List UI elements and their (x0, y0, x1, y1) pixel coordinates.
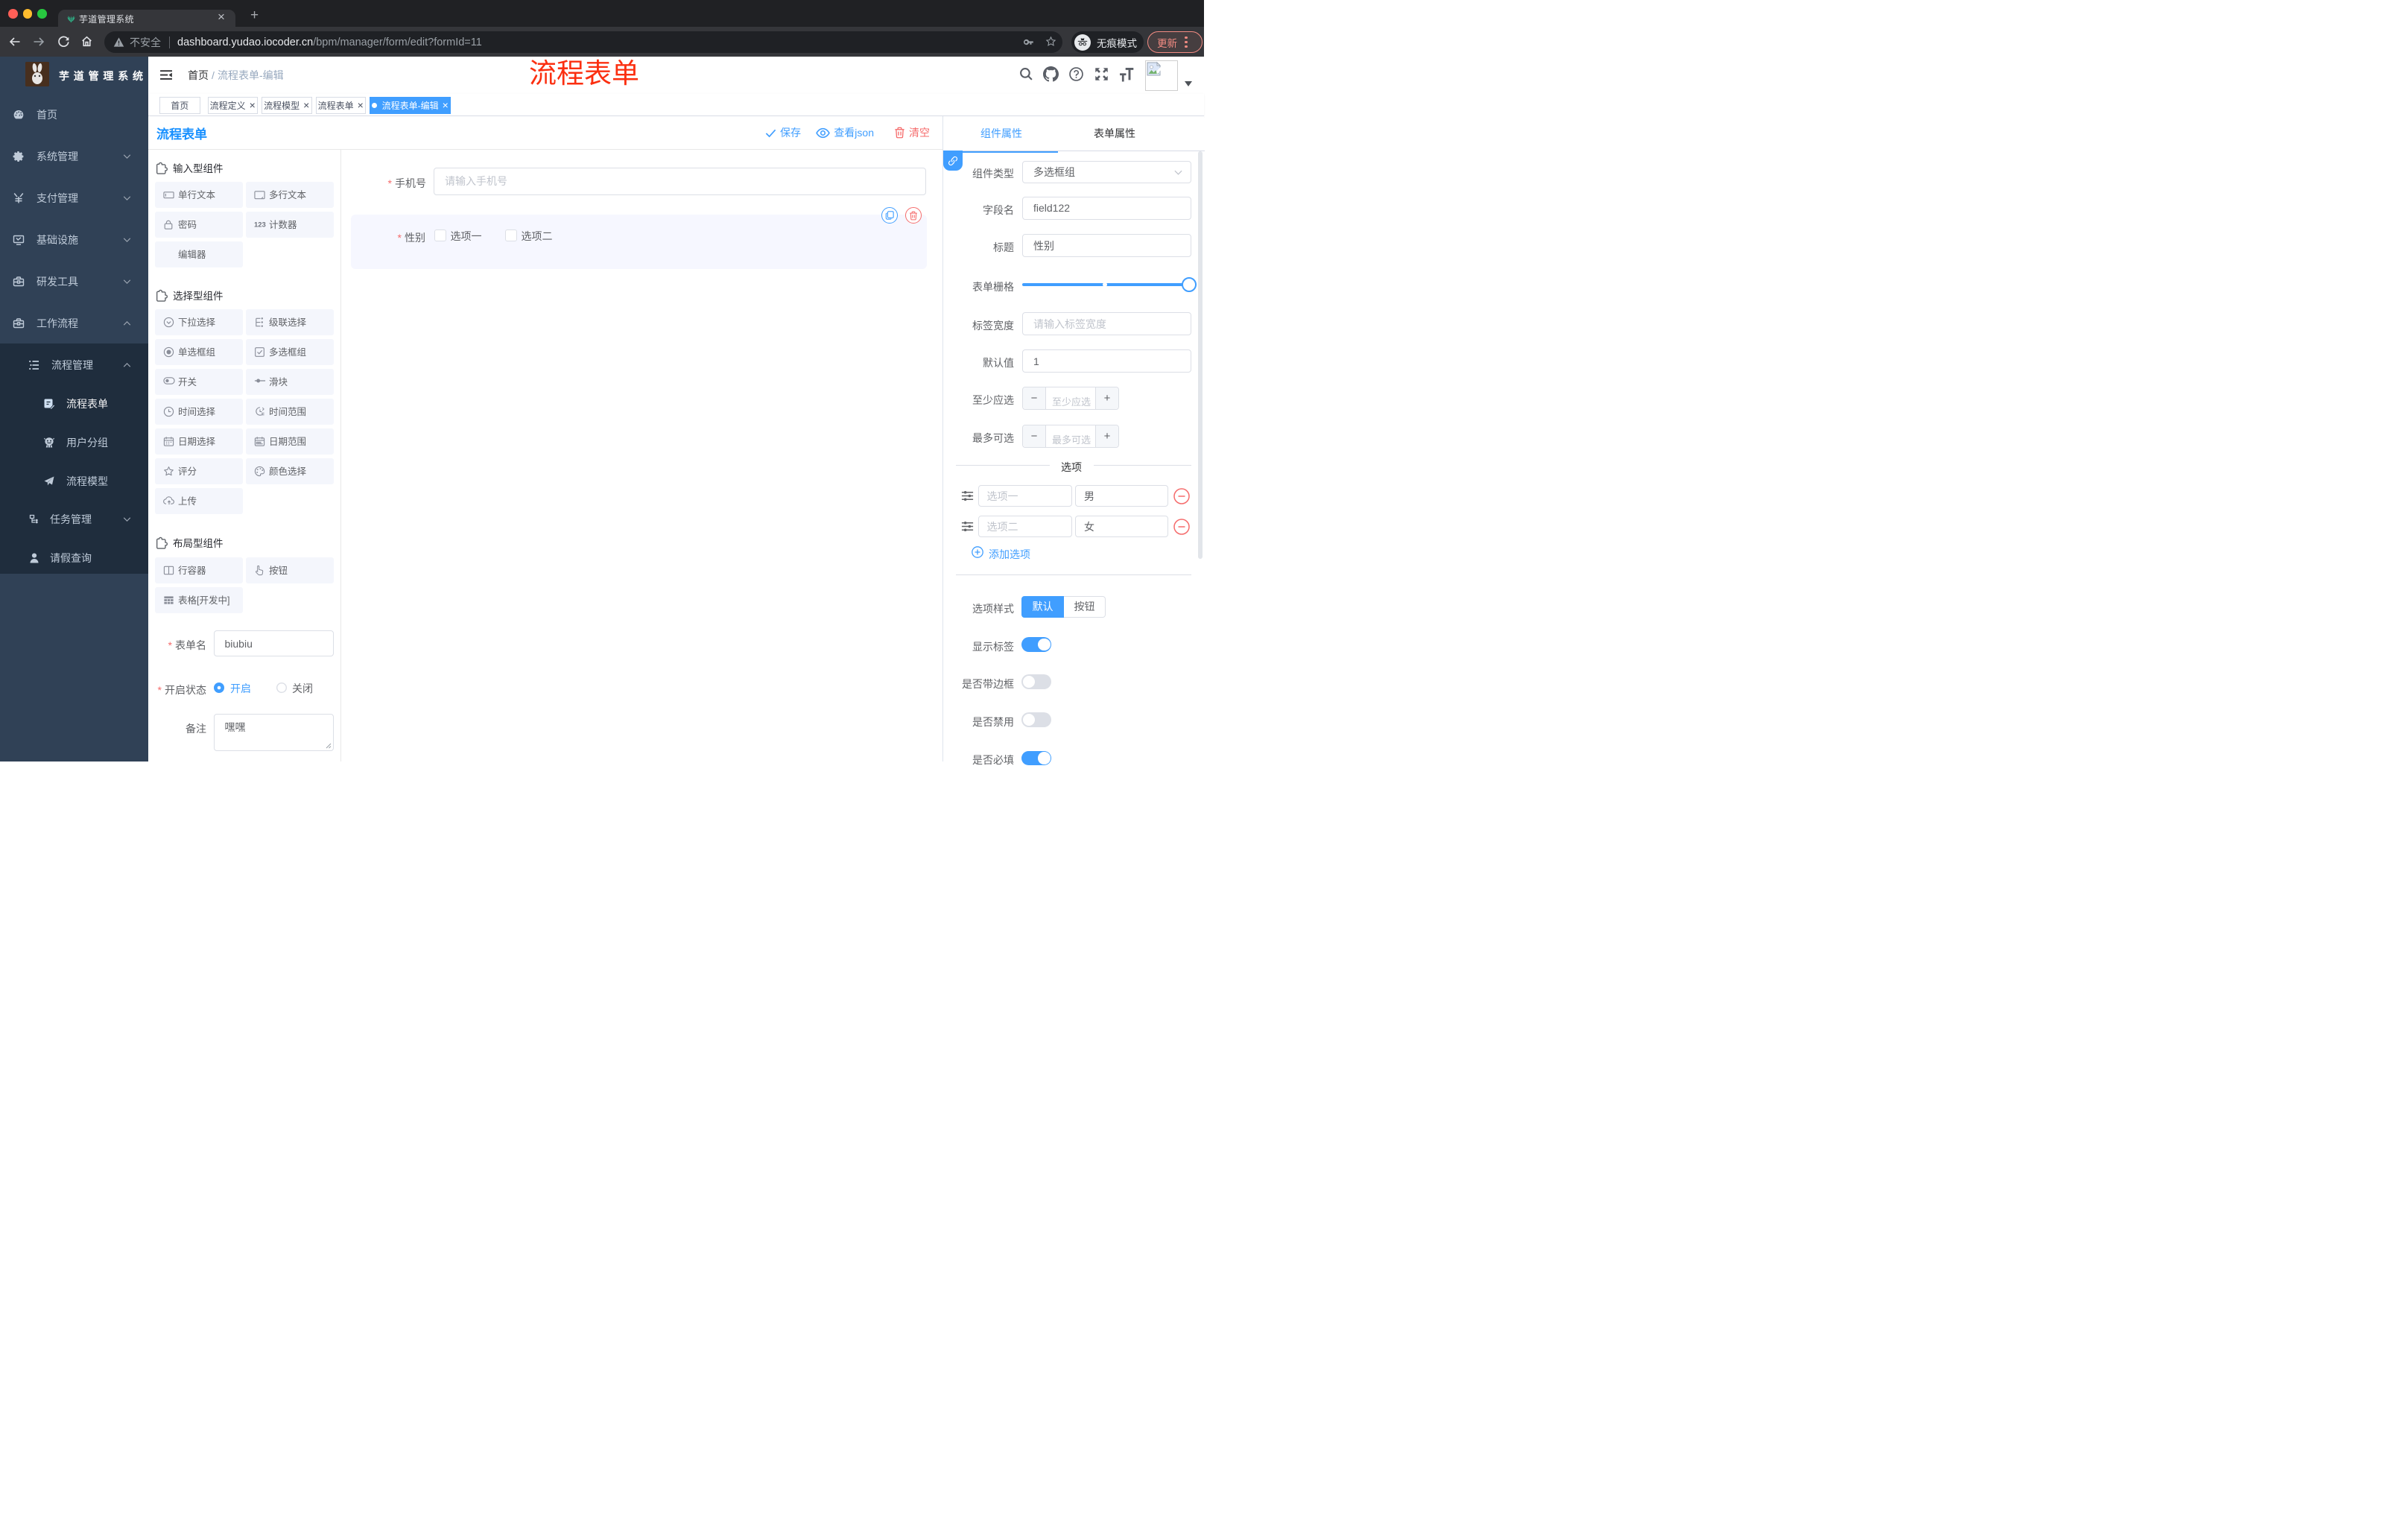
svg-text:123: 123 (254, 221, 266, 229)
